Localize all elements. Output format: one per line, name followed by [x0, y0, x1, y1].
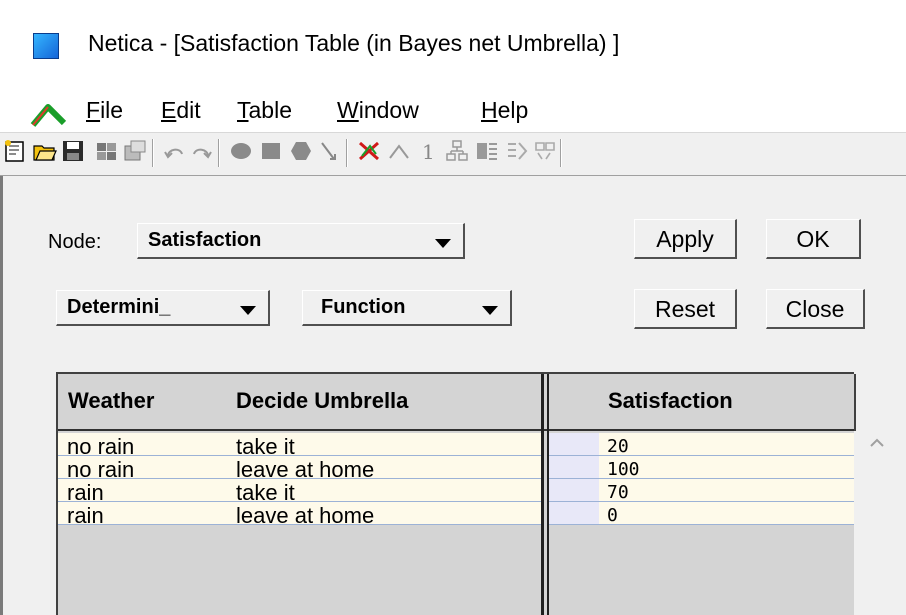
redo-icon[interactable]	[188, 138, 214, 164]
close-button[interactable]: Close	[766, 289, 865, 329]
undo-icon[interactable]	[162, 138, 188, 164]
menu-edit[interactable]: Edit	[161, 97, 201, 124]
value-cell-margin	[549, 456, 599, 478]
node-select-value: Satisfaction	[148, 229, 262, 251]
scroll-up-icon[interactable]	[866, 432, 888, 454]
header-decide-umbrella: Decide Umbrella	[236, 388, 409, 413]
toolbar-separator	[152, 139, 154, 167]
compile-icon[interactable]	[94, 138, 120, 164]
netica-app-icon	[33, 33, 59, 59]
chevron-down-icon	[435, 239, 451, 248]
svg-text:1: 1	[422, 140, 435, 164]
menu-bar: File Edit Table Window Help	[0, 88, 906, 132]
table-row: rain leave at home 0	[58, 502, 854, 528]
utility-node-icon[interactable]	[288, 138, 314, 164]
parent-cells: rain leave at home	[58, 502, 541, 528]
chevron-down-icon	[240, 306, 256, 315]
table-row: rain take it 70	[58, 479, 854, 505]
network-icon[interactable]	[444, 138, 470, 164]
table-view-select[interactable]: Function	[302, 290, 512, 326]
value-cell-margin	[549, 433, 599, 455]
menu-window[interactable]: Window	[337, 97, 419, 124]
open-icon[interactable]	[32, 138, 58, 164]
column-divider	[541, 374, 544, 615]
value-cell[interactable]: 100	[549, 456, 854, 480]
table-row: no rain take it 20	[58, 433, 854, 459]
value-cell[interactable]: 20	[549, 433, 854, 457]
parent-cells: no rain take it	[58, 433, 541, 459]
satisfaction-value[interactable]: 20	[607, 436, 629, 457]
table-row: no rain leave at home 100	[58, 456, 854, 482]
satisfaction-value[interactable]: 0	[607, 505, 618, 526]
value-cell-margin	[549, 502, 599, 524]
table-type-select[interactable]: Determini_	[56, 290, 270, 326]
nature-node-icon[interactable]	[228, 138, 254, 164]
learn-icon[interactable]	[532, 138, 558, 164]
properties-icon[interactable]	[122, 138, 148, 164]
chevron-down-icon	[482, 306, 498, 315]
value-cell[interactable]: 70	[549, 479, 854, 503]
reset-button[interactable]: Reset	[634, 289, 737, 329]
weather-cell: rain	[67, 503, 104, 528]
header-right-border	[854, 374, 856, 431]
function-table: Weather Decide Umbrella Satisfaction no …	[56, 372, 856, 615]
window-left-border	[0, 176, 3, 615]
toolbar-separator	[346, 139, 348, 167]
value-cell[interactable]: 0	[549, 502, 854, 526]
ok-button[interactable]: OK	[766, 219, 861, 259]
toolbar: 1	[0, 132, 906, 176]
column-divider	[547, 374, 549, 615]
save-icon[interactable]	[60, 138, 86, 164]
decide-cell: leave at home	[236, 503, 375, 528]
header-weather: Weather	[68, 388, 155, 413]
new-icon[interactable]	[2, 138, 28, 164]
abstract-icon[interactable]	[504, 138, 530, 164]
toolbar-separator	[560, 139, 562, 167]
digit-one-icon[interactable]: 1	[414, 138, 440, 164]
delete-findings-icon[interactable]	[356, 138, 382, 164]
node-select[interactable]: Satisfaction	[137, 223, 465, 259]
menu-file[interactable]: File	[86, 97, 123, 124]
parent-cells: no rain leave at home	[58, 456, 541, 482]
table-header: Weather Decide Umbrella Satisfaction	[58, 374, 856, 431]
menu-help[interactable]: Help	[481, 97, 528, 124]
parent-cells: rain take it	[58, 479, 541, 505]
table-view-value: Function	[321, 296, 406, 318]
title-bar: Netica - [Satisfaction Table (in Bayes n…	[0, 0, 906, 88]
header-satisfaction: Satisfaction	[608, 388, 733, 413]
netica-logo-icon	[30, 104, 67, 127]
menu-table[interactable]: Table	[237, 97, 292, 124]
table-type-value: Determini_	[67, 296, 171, 318]
window-title: Netica - [Satisfaction Table (in Bayes n…	[88, 30, 620, 56]
table-icon[interactable]	[474, 138, 500, 164]
relax-icon[interactable]	[386, 138, 412, 164]
value-cell-margin	[549, 479, 599, 501]
toolbar-separator	[218, 139, 220, 167]
satisfaction-value[interactable]: 70	[607, 482, 629, 503]
satisfaction-value[interactable]: 100	[607, 459, 640, 480]
link-icon[interactable]	[316, 138, 342, 164]
node-label: Node:	[48, 231, 102, 253]
apply-button[interactable]: Apply	[634, 219, 737, 259]
decision-node-icon[interactable]	[258, 138, 284, 164]
